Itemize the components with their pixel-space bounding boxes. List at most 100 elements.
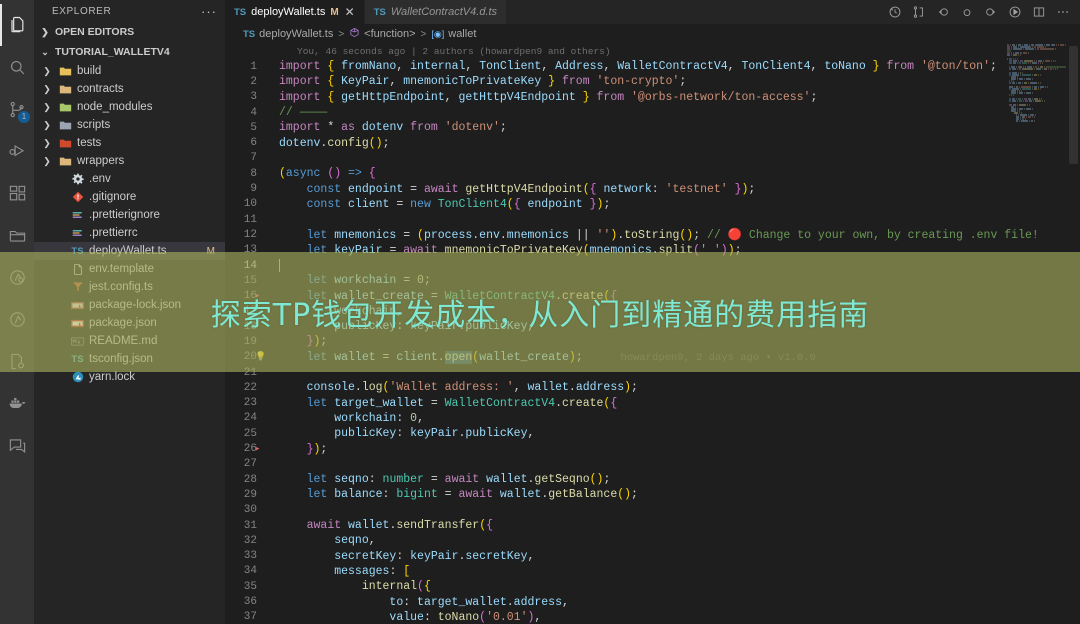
code-line[interactable]: 22 console.log('Wallet address: ', walle… (225, 380, 1080, 395)
tree-file-gitignore[interactable]: .gitignore (34, 188, 225, 206)
tree-file-package-lock-json[interactable]: package-lock.json (34, 296, 225, 314)
code-line[interactable]: 20 💡 let wallet = client.open(wallet_crea… (225, 350, 1080, 365)
activity-item-remote-explorer[interactable] (0, 214, 34, 256)
chevron-right-icon[interactable]: ❯ (40, 84, 54, 95)
code-line[interactable]: 26 ▸ }); (225, 441, 1080, 456)
code-line[interactable]: 4 // ———— (225, 105, 1080, 120)
tab-deployWallet[interactable]: TS deployWallet.ts M ✕ (225, 0, 365, 24)
code-line[interactable]: 29 let balance: bigint = await wallet.ge… (225, 487, 1080, 502)
chevron-right-icon[interactable]: ❯ (40, 156, 54, 167)
tree-folder-tests[interactable]: ❯ tests (34, 134, 225, 152)
tree-file-jest-config-ts[interactable]: jest.config.ts (34, 278, 225, 296)
code-line[interactable]: 25 publicKey: keyPair.publicKey, (225, 426, 1080, 441)
activity-item-testing[interactable] (0, 256, 34, 298)
tree-folder-scripts[interactable]: ❯ scripts (34, 116, 225, 134)
code-line[interactable]: 23 let target_wallet = WalletContractV4.… (225, 396, 1080, 411)
code-line[interactable]: 35 internal({ (225, 579, 1080, 594)
minimap-token (1031, 120, 1034, 122)
code-line[interactable]: 24 workchain: 0, (225, 411, 1080, 426)
code-line[interactable]: 5 import * as dotenv from 'dotenv'; (225, 120, 1080, 135)
code-lines[interactable]: 1 import { fromNano, internal, TonClient,… (225, 59, 1080, 624)
code-line[interactable]: 8 (async () => { (225, 166, 1080, 181)
breadcrumb-item-variable[interactable]: [◉] wallet (431, 28, 476, 40)
code-line[interactable]: 17 workchain, (225, 304, 1080, 319)
code-line[interactable]: 18 publicKey: keyPair.publicKey, (225, 319, 1080, 334)
code-line[interactable]: 10 const client = new TonClient4({ endpo… (225, 197, 1080, 212)
code-line[interactable]: 13 let keyPair = await mnemonicToPrivate… (225, 243, 1080, 258)
code-line[interactable]: 7 (225, 151, 1080, 166)
minimap-token (1022, 100, 1024, 102)
step-forward-icon[interactable] (984, 5, 998, 19)
code-line[interactable]: 27 (225, 457, 1080, 472)
editor-scrollbar[interactable] (1066, 44, 1080, 624)
tree-file-deploywallet-ts[interactable]: TS deployWallet.ts M (34, 242, 225, 260)
code-line[interactable]: 21 (225, 365, 1080, 380)
code-line[interactable]: 2 import { KeyPair, mnemonicToPrivateKey … (225, 74, 1080, 89)
code-line[interactable]: 19 }); (225, 334, 1080, 349)
code-line[interactable]: 15 let workchain = 0; (225, 273, 1080, 288)
code-line[interactable]: 16 ▸ let wallet_create = WalletContractV4… (225, 288, 1080, 303)
activity-item-comments[interactable] (0, 424, 34, 466)
code-line[interactable]: 11 (225, 212, 1080, 227)
code-line[interactable]: 36 to: target_wallet.address, (225, 594, 1080, 609)
step-over-icon[interactable] (960, 5, 974, 19)
tree-file-tsconfig-json[interactable]: TS tsconfig.json (34, 350, 225, 368)
tree-file-package-json[interactable]: package.json (34, 314, 225, 332)
code-line[interactable]: 37 value: toNano('0.01'), (225, 610, 1080, 624)
run-play-icon[interactable] (1008, 5, 1022, 19)
code-line[interactable]: 6 dotenv.config(); (225, 135, 1080, 150)
lightbulb-icon[interactable]: 💡 (255, 352, 266, 362)
tree-file-prettierignore[interactable]: .prettierignore (34, 206, 225, 224)
code-line[interactable]: 28 let seqno: number = await wallet.getS… (225, 472, 1080, 487)
tree-folder-build[interactable]: ❯ build (34, 62, 225, 80)
chevron-right-icon[interactable]: ❯ (40, 66, 54, 77)
scrollbar-thumb[interactable] (1069, 46, 1078, 164)
activity-item-timeline[interactable] (0, 298, 34, 340)
tree-file-env-template[interactable]: env.template (34, 260, 225, 278)
activity-item-explorer[interactable] (0, 4, 34, 46)
tab-walletContractV4[interactable]: TS WalletContractV4.d.ts (364, 0, 508, 24)
chevron-right-icon[interactable]: ❯ (40, 120, 54, 131)
activity-item-extensions[interactable] (0, 172, 34, 214)
code-line[interactable]: 32 seqno, (225, 533, 1080, 548)
tree-folder-wrappers[interactable]: ❯ wrappers (34, 152, 225, 170)
history-icon[interactable] (888, 5, 902, 19)
chevron-right-icon[interactable]: ❯ (40, 102, 54, 113)
chevron-right-icon[interactable]: ❯ (40, 138, 54, 149)
code-editor[interactable]: You, 46 seconds ago | 2 authors (howardp… (225, 44, 1080, 624)
open-editors-label: OPEN EDITORS (55, 26, 135, 38)
activity-item-source-control[interactable]: 1 (0, 88, 34, 130)
code-line[interactable]: 1 import { fromNano, internal, TonClient,… (225, 59, 1080, 74)
code-line[interactable]: 31 await wallet.sendTransfer({ (225, 518, 1080, 533)
activity-item-docker[interactable] (0, 382, 34, 424)
line-number: 14 (243, 259, 257, 272)
breadcrumb-item-function[interactable]: <function> (349, 27, 416, 41)
run-split-icon[interactable] (912, 5, 926, 19)
split-editor-icon[interactable] (1032, 5, 1046, 19)
tree-folder-contracts[interactable]: ❯ contracts (34, 80, 225, 98)
activity-item-run-and-debug[interactable] (0, 130, 34, 172)
tree-file-readme-md[interactable]: README.md (34, 332, 225, 350)
code-line[interactable]: 3 import { getHttpEndpoint, getHttpV4Endp… (225, 90, 1080, 105)
tree-file-prettierrc[interactable]: .prettierrc (34, 224, 225, 242)
project-root-section[interactable]: ⌄ TUTORIAL_WALLETV4 (34, 42, 225, 62)
activity-item-settings-sync[interactable] (0, 340, 34, 382)
code-line[interactable]: 34 messages: [ (225, 564, 1080, 579)
code-line-text: publicKey: keyPair.publicKey, (334, 320, 535, 334)
minimap[interactable] (1004, 44, 1067, 624)
code-line[interactable]: 30 (225, 503, 1080, 518)
code-line[interactable]: 33 secretKey: keyPair.secretKey, (225, 549, 1080, 564)
ellipsis-icon[interactable] (1056, 5, 1070, 19)
tree-file-env[interactable]: .env (34, 170, 225, 188)
tree-file-yarn-lock[interactable]: yarn.lock (34, 368, 225, 386)
step-back-icon[interactable] (936, 5, 950, 19)
tab-close-icon[interactable]: ✕ (345, 5, 355, 19)
code-line[interactable]: 14 (225, 258, 1080, 273)
breadcrumb-item-file[interactable]: TS deployWallet.ts (243, 28, 333, 40)
activity-item-search[interactable] (0, 46, 34, 88)
tree-folder-node-modules[interactable]: ❯ node_modules (34, 98, 225, 116)
sidebar-more-actions[interactable]: ··· (201, 4, 217, 19)
code-line[interactable]: 9 const endpoint = await getHttpV4Endpoi… (225, 181, 1080, 196)
open-editors-section[interactable]: ❯ OPEN EDITORS (34, 22, 225, 42)
code-line[interactable]: 12 let mnemonics = (process.env.mnemonic… (225, 227, 1080, 243)
